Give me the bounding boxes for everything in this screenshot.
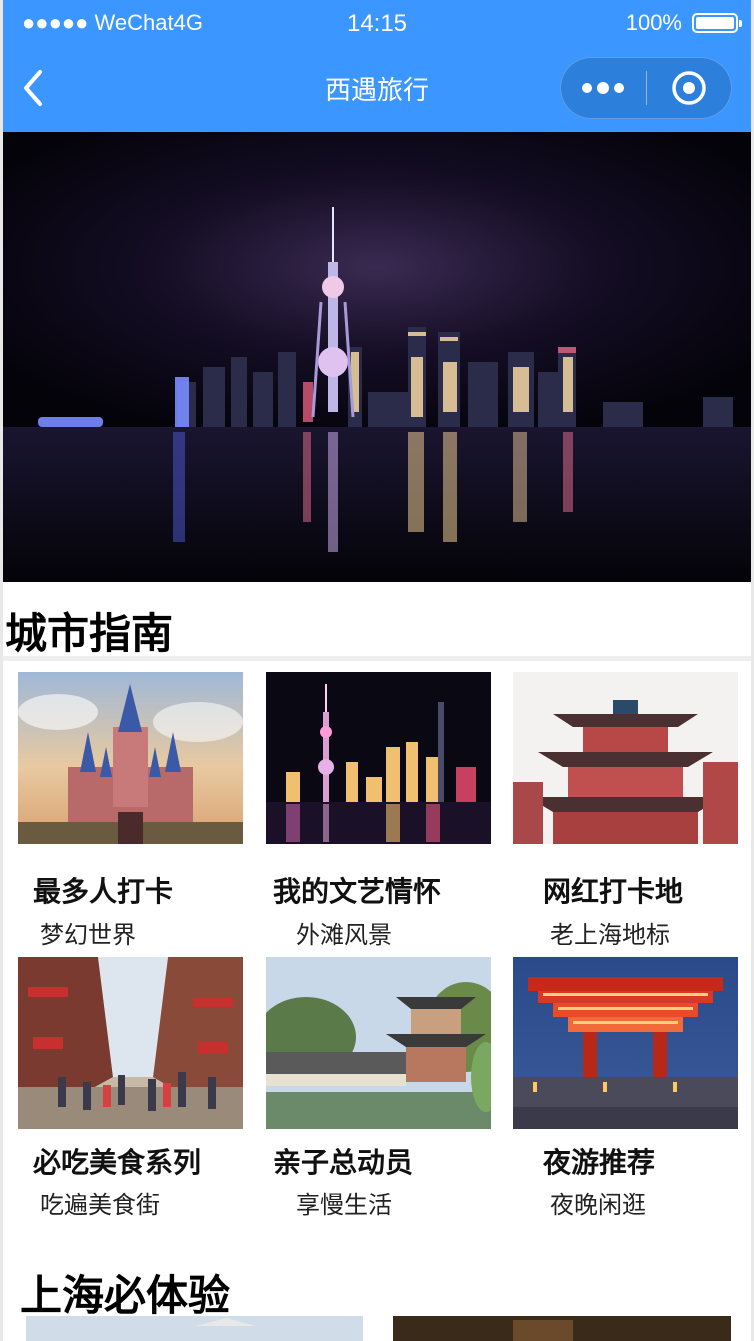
section-divider	[3, 656, 751, 661]
guide-card-title: 最多人打卡	[33, 875, 174, 908]
hero-banner[interactable]	[3, 132, 751, 582]
guide-card-subtitle: 外滩风景	[296, 921, 392, 949]
guide-card-title: 亲子总动员	[273, 1146, 414, 1179]
chinese-pavilion-building-image	[513, 672, 738, 844]
close-button[interactable]	[647, 58, 732, 118]
guide-card-subtitle: 享慢生活	[296, 1191, 392, 1219]
guide-card-checkin[interactable]	[18, 672, 243, 844]
yu-garden-image	[266, 957, 491, 1129]
battery-percent: 100%	[625, 10, 682, 35]
guide-card-title: 必吃美食系列	[33, 1146, 202, 1179]
frame-edge	[0, 0, 3, 1341]
food-street-image	[18, 957, 243, 1129]
shanghai-night-skyline-image	[3, 132, 751, 582]
guide-card-family[interactable]	[266, 957, 491, 1129]
guide-card-night[interactable]	[513, 957, 738, 1129]
guide-card-subtitle: 梦幻世界	[40, 921, 136, 949]
experience-image	[393, 1316, 731, 1341]
china-pavilion-night-image	[513, 957, 738, 1129]
guide-card-art[interactable]	[266, 672, 491, 844]
section-title-must-experience: 上海必体验	[20, 1271, 231, 1320]
bund-night-view-image	[266, 672, 491, 844]
mini-program-capsule	[560, 57, 732, 119]
guide-card-subtitle: 吃遍美食街	[40, 1191, 160, 1219]
guide-card-title: 夜游推荐	[543, 1146, 656, 1179]
experience-card-thumb[interactable]	[26, 1316, 363, 1341]
top-bar: ●●●●● WeChat4G 14:15 100% 西遇旅行	[0, 0, 754, 132]
experience-card-thumb[interactable]	[393, 1316, 731, 1341]
experience-image	[26, 1316, 363, 1341]
target-circle-icon	[672, 71, 706, 105]
status-battery-group: 100%	[625, 10, 742, 36]
more-button[interactable]	[561, 58, 646, 118]
guide-card-subtitle: 老上海地标	[550, 921, 670, 949]
more-dots-icon	[582, 82, 625, 94]
guide-card-landmark[interactable]	[513, 672, 738, 844]
battery-icon	[692, 13, 742, 33]
guide-card-title: 我的文艺情怀	[273, 875, 442, 908]
guide-card-title: 网红打卡地	[543, 875, 684, 908]
guide-card-food[interactable]	[18, 957, 243, 1129]
section-title-city-guide: 城市指南	[5, 609, 174, 658]
guide-card-subtitle: 夜晚闲逛	[550, 1191, 646, 1219]
disney-castle-image	[18, 672, 243, 844]
app-frame: ●●●●● WeChat4G 14:15 100% 西遇旅行 城市指南 最多人打…	[0, 0, 754, 1341]
